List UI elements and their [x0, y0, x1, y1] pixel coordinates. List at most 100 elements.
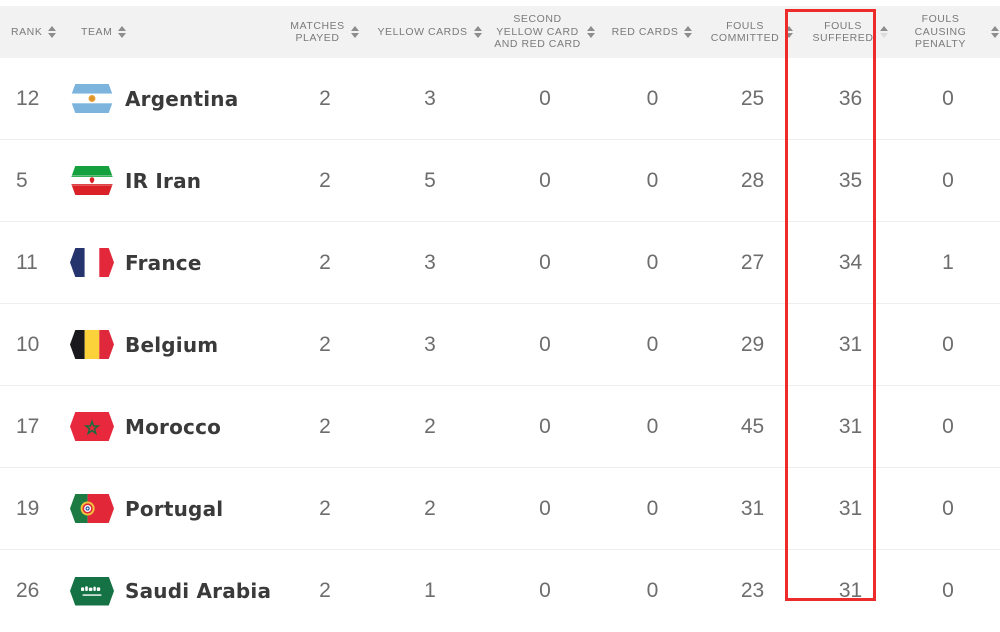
cell-red_cards: 0 — [646, 496, 659, 520]
sort-arrows-icon[interactable] — [586, 25, 596, 39]
cell-fouls_committed: 23 — [740, 579, 765, 602]
cell-fouls_causing_penalty: 0 — [942, 496, 954, 520]
cell-fouls_suffered: 34 — [838, 250, 863, 274]
column-header-label-fouls_suffered: Fouls Suffered — [812, 19, 874, 45]
sort-arrows-icon[interactable] — [785, 25, 794, 39]
team-name: Morocco — [125, 414, 222, 439]
cell-team[interactable]: Argentina — [70, 58, 275, 140]
column-header-label-fouls_causing_penalty: Fouls Causing Penalty — [914, 13, 967, 51]
cell-fouls_committed: 45 — [740, 414, 765, 438]
cell-yellow_cards: 3 — [424, 332, 436, 356]
cell-yellow_cards: 1 — [424, 579, 436, 602]
column-header-label-fouls_committed: Fouls Committed — [710, 19, 780, 45]
column-header-second_yellow_and_red[interactable]: Second Yellow Card and Red Card — [485, 6, 605, 58]
sort-arrows-ascending-active-icon[interactable] — [879, 25, 889, 39]
cell-fouls_causing_penalty: 0 — [942, 86, 954, 110]
column-header-label-second_yellow_and_red: Second Yellow Card and Red Card — [494, 13, 581, 51]
column-header-red_cards[interactable]: Red Cards — [605, 6, 700, 58]
team-name: France — [125, 250, 202, 275]
sort-arrows-icon[interactable] — [48, 25, 57, 39]
iran-flag — [70, 166, 114, 195]
cell-red_cards: 0 — [646, 250, 659, 274]
cell-team[interactable]: Portugal — [70, 468, 275, 550]
team-cell: Belgium — [70, 330, 218, 359]
cell-second_yellow_and_red: 0 — [539, 414, 551, 438]
cell-matches_played: 2 — [319, 496, 331, 520]
cell-matches_played: 2 — [319, 414, 331, 438]
cell-second_yellow_and_red: 0 — [539, 86, 551, 110]
team-cell: IR Iran — [70, 166, 201, 195]
cell-fouls_causing_penalty: 0 — [942, 414, 954, 438]
cell-matches_played: 2 — [319, 332, 331, 356]
cell-fouls_causing_penalty: 0 — [942, 332, 954, 356]
cell-rank: 19 — [16, 496, 40, 520]
cell-fouls_suffered: 31 — [838, 414, 863, 438]
sort-arrows-icon[interactable] — [473, 25, 483, 39]
table-row[interactable]: 26 Saudi Arabia 2 1 0 0 23 31 0 — [0, 550, 1000, 632]
column-header-team[interactable]: Team — [70, 6, 275, 58]
sort-arrows-icon[interactable] — [350, 25, 360, 39]
table-row[interactable]: 5 IR Iran 2 5 0 0 28 35 0 — [0, 140, 1000, 222]
column-header-label-rank: Rank — [11, 25, 43, 38]
team-name: IR Iran — [125, 168, 202, 193]
cell-matches_played: 2 — [319, 86, 331, 110]
team-cell: Morocco — [70, 412, 221, 441]
cell-rank: 17 — [16, 414, 40, 438]
cell-red_cards: 0 — [646, 332, 659, 356]
cell-second_yellow_and_red: 0 — [539, 168, 551, 192]
cell-red_cards: 0 — [646, 579, 659, 602]
table-body: 12 Argentina 2 3 0 0 25 36 0 5 IR Iran 2 5 0 0 28 35 0 1… — [0, 58, 1000, 632]
france-flag — [70, 248, 114, 277]
team-name: Saudi Arabia — [125, 579, 272, 603]
cell-fouls_committed: 25 — [740, 86, 765, 110]
table-row[interactable]: 12 Argentina 2 3 0 0 25 36 0 — [0, 58, 1000, 140]
column-header-label-matches_played: Matches Played — [290, 19, 345, 45]
cell-rank: 10 — [16, 332, 40, 356]
table-header-row: Rank Team Matches Played Yellow Cards Second… — [0, 6, 1000, 58]
cell-fouls_committed: 27 — [740, 250, 765, 274]
cell-team[interactable]: IR Iran — [70, 140, 275, 222]
cell-rank: 11 — [16, 250, 38, 274]
cell-fouls_suffered: 31 — [838, 332, 863, 356]
table-row[interactable]: 17 Morocco 2 2 0 0 45 31 0 — [0, 386, 1000, 468]
argentina-flag — [70, 84, 114, 113]
sort-arrows-icon[interactable] — [991, 25, 1000, 39]
column-header-fouls_committed[interactable]: Fouls Committed — [700, 6, 805, 58]
cell-second_yellow_and_red: 0 — [539, 496, 551, 520]
column-header-label-red_cards: Red Cards — [611, 25, 679, 38]
cell-matches_played: 2 — [319, 250, 331, 274]
table-row[interactable]: 10 Belgium 2 3 0 0 29 31 0 — [0, 304, 1000, 386]
cell-red_cards: 0 — [646, 414, 659, 438]
cell-second_yellow_and_red: 0 — [539, 250, 551, 274]
sort-arrows-icon[interactable] — [118, 25, 127, 39]
saudi-arabia-flag — [70, 576, 114, 606]
cell-yellow_cards: 3 — [424, 86, 436, 110]
column-header-label-yellow_cards: Yellow Cards — [377, 25, 468, 38]
team-cell: Saudi Arabia — [70, 576, 272, 606]
column-header-rank[interactable]: Rank — [0, 6, 70, 58]
cell-team[interactable]: Belgium — [70, 304, 275, 386]
cell-fouls_suffered: 31 — [838, 496, 863, 520]
cell-fouls_committed: 29 — [740, 332, 765, 356]
team-cell: France — [70, 248, 202, 277]
cell-rank: 12 — [16, 86, 40, 110]
table-row[interactable]: 19 Portugal 2 2 0 0 31 31 0 — [0, 468, 1000, 550]
team-name: Portugal — [125, 496, 224, 521]
column-header-label-team: Team — [81, 25, 113, 38]
column-header-fouls_causing_penalty[interactable]: Fouls Causing Penalty — [896, 6, 1000, 58]
cell-team[interactable]: Saudi Arabia — [70, 550, 275, 632]
team-cell: Portugal — [70, 494, 223, 523]
sort-arrows-icon[interactable] — [684, 25, 693, 39]
column-header-matches_played[interactable]: Matches Played — [275, 6, 375, 58]
cell-yellow_cards: 2 — [424, 496, 436, 520]
cell-matches_played: 2 — [319, 168, 331, 192]
column-header-yellow_cards[interactable]: Yellow Cards — [375, 6, 485, 58]
column-header-fouls_suffered[interactable]: Fouls Suffered — [805, 6, 896, 58]
cell-second_yellow_and_red: 0 — [539, 579, 551, 602]
cell-fouls_suffered: 31 — [838, 579, 863, 602]
table-row[interactable]: 11 France 2 3 0 0 27 34 1 — [0, 222, 1000, 304]
cell-fouls_causing_penalty: 0 — [942, 579, 954, 602]
cell-team[interactable]: Morocco — [70, 386, 275, 468]
cell-team[interactable]: France — [70, 222, 275, 304]
cell-yellow_cards: 3 — [424, 250, 436, 274]
